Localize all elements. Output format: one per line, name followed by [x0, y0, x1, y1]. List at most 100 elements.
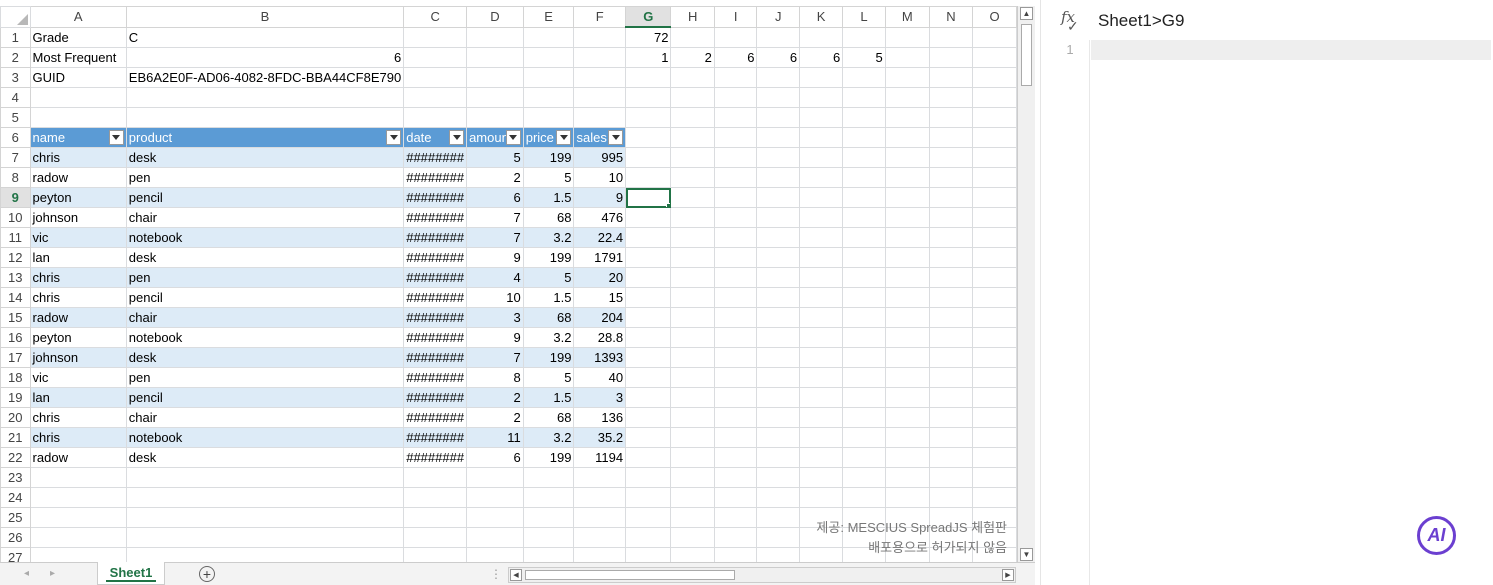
cell-i17[interactable]: [713, 347, 758, 368]
cell-e1[interactable]: [522, 26, 575, 48]
row-header-1[interactable]: 1: [0, 26, 31, 48]
cell-c14[interactable]: ########: [403, 287, 468, 308]
cell-l12[interactable]: [842, 247, 886, 268]
cell-b16[interactable]: notebook: [125, 327, 405, 348]
cell-b20[interactable]: chair: [125, 407, 405, 428]
cell-l16[interactable]: [842, 327, 886, 348]
cell-e15[interactable]: 68: [522, 307, 575, 328]
cell-n6[interactable]: [928, 127, 974, 148]
column-header-n[interactable]: N: [928, 6, 974, 28]
cell-a17[interactable]: johnson: [29, 347, 127, 368]
cell-i4[interactable]: [713, 87, 758, 108]
cell-d27[interactable]: [466, 547, 524, 562]
cell-i8[interactable]: [713, 167, 758, 188]
cell-h21[interactable]: [670, 427, 715, 448]
cell-d18[interactable]: 8: [466, 367, 524, 388]
cell-g15[interactable]: [625, 307, 672, 328]
cell-a22[interactable]: radow: [29, 447, 127, 468]
cell-o18[interactable]: [972, 367, 1017, 388]
cell-m16[interactable]: [884, 327, 930, 348]
cell-h14[interactable]: [670, 287, 715, 308]
cell-c18[interactable]: ########: [403, 367, 468, 388]
cell-l14[interactable]: [842, 287, 886, 308]
cell-f9[interactable]: 9: [573, 187, 627, 208]
cell-k5[interactable]: [799, 107, 844, 128]
cell-g12[interactable]: [625, 247, 672, 268]
cell-a13[interactable]: chris: [29, 267, 127, 288]
cell-j24[interactable]: [756, 487, 801, 508]
cell-j25[interactable]: [756, 507, 801, 528]
cell-l8[interactable]: [842, 167, 886, 188]
cell-k6[interactable]: [799, 127, 844, 148]
cell-n19[interactable]: [928, 387, 974, 408]
row-header-10[interactable]: 10: [0, 207, 31, 228]
cell-o6[interactable]: [972, 127, 1017, 148]
filter-dropdown-icon[interactable]: [608, 130, 624, 145]
cell-e7[interactable]: 199: [522, 147, 575, 168]
cell-m9[interactable]: [884, 187, 930, 208]
cell-g26[interactable]: [625, 527, 672, 548]
cell-o10[interactable]: [972, 207, 1017, 228]
cell-o12[interactable]: [972, 247, 1017, 268]
cell-d3[interactable]: [466, 67, 524, 88]
row-header-20[interactable]: 20: [0, 407, 31, 428]
cell-l15[interactable]: [842, 307, 886, 328]
cell-g6[interactable]: [625, 127, 672, 148]
cell-d15[interactable]: 3: [466, 307, 524, 328]
cell-d24[interactable]: [466, 487, 524, 508]
cell-n15[interactable]: [928, 307, 974, 328]
cell-m6[interactable]: [884, 127, 930, 148]
cell-o3[interactable]: [972, 67, 1017, 88]
cell-f3[interactable]: [573, 67, 627, 88]
column-header-m[interactable]: M: [884, 6, 930, 28]
cell-a7[interactable]: chris: [29, 147, 127, 168]
cell-e25[interactable]: [522, 507, 575, 528]
cell-f1[interactable]: [573, 26, 627, 48]
cell-c27[interactable]: [403, 547, 468, 562]
cell-h19[interactable]: [670, 387, 715, 408]
cell-n22[interactable]: [928, 447, 974, 468]
column-header-f[interactable]: F: [573, 6, 627, 28]
table-header-product[interactable]: product: [125, 127, 405, 148]
cell-k13[interactable]: [799, 267, 844, 288]
cell-f5[interactable]: [573, 107, 627, 128]
cell-n23[interactable]: [928, 467, 974, 488]
cell-e26[interactable]: [522, 527, 575, 548]
row-header-13[interactable]: 13: [0, 267, 31, 288]
cell-o11[interactable]: [972, 227, 1017, 248]
cell-j21[interactable]: [756, 427, 801, 448]
cell-c2[interactable]: [403, 47, 468, 68]
cell-m18[interactable]: [884, 367, 930, 388]
cell-h10[interactable]: [670, 207, 715, 228]
cell-h2[interactable]: 2: [670, 47, 715, 68]
cell-o21[interactable]: [972, 427, 1017, 448]
select-all-corner[interactable]: [0, 6, 31, 28]
cell-d14[interactable]: 10: [466, 287, 524, 308]
cell-h12[interactable]: [670, 247, 715, 268]
cell-l10[interactable]: [842, 207, 886, 228]
cell-d25[interactable]: [466, 507, 524, 528]
row-header-26[interactable]: 26: [0, 527, 31, 548]
cell-n17[interactable]: [928, 347, 974, 368]
cell-e20[interactable]: 68: [522, 407, 575, 428]
cell-g11[interactable]: [625, 227, 672, 248]
cell-m23[interactable]: [884, 467, 930, 488]
cell-e18[interactable]: 5: [522, 367, 575, 388]
cell-n1[interactable]: [928, 26, 974, 48]
row-header-5[interactable]: 5: [0, 107, 31, 128]
cell-i20[interactable]: [713, 407, 758, 428]
cell-g4[interactable]: [625, 87, 672, 108]
cell-m7[interactable]: [884, 147, 930, 168]
cell-k10[interactable]: [799, 207, 844, 228]
cell-j1[interactable]: [756, 26, 801, 48]
cell-g22[interactable]: [625, 447, 672, 468]
cell-j15[interactable]: [756, 307, 801, 328]
cell-b26[interactable]: [125, 527, 405, 548]
cell-o4[interactable]: [972, 87, 1017, 108]
cell-f2[interactable]: [573, 47, 627, 68]
cell-j11[interactable]: [756, 227, 801, 248]
cell-d1[interactable]: [466, 26, 524, 48]
cell-o1[interactable]: [972, 26, 1017, 48]
cell-o2[interactable]: [972, 47, 1017, 68]
cell-a26[interactable]: [29, 527, 127, 548]
